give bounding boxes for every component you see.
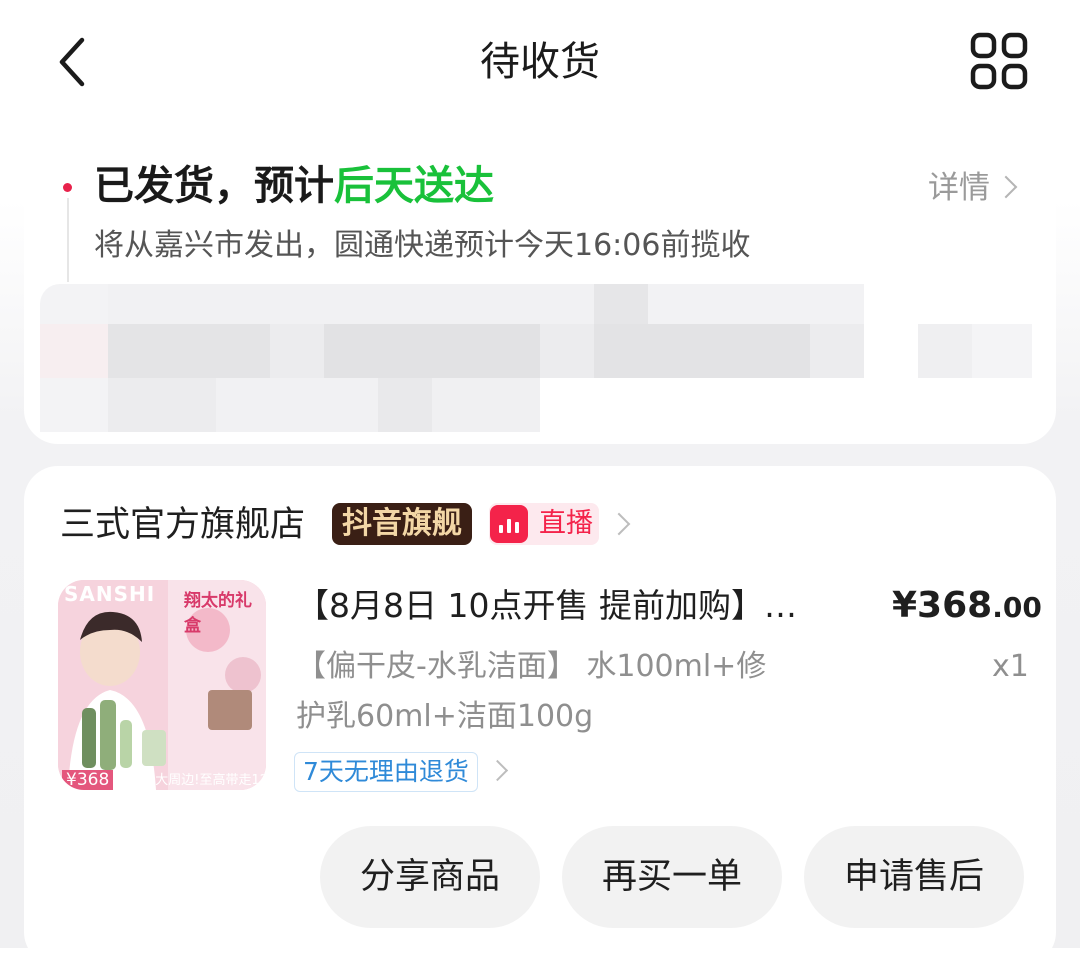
live-badge[interactable]: 直播: [489, 503, 599, 545]
product-thumbnail[interactable]: SANSHI 翔太的礼盒 ¥368 赠6大周边!至高带走12件: [58, 580, 266, 790]
product-sku-line2: 护乳60ml+洁面100g: [296, 699, 594, 734]
store-name[interactable]: 三式官方旗舰店: [60, 500, 305, 550]
shipping-detail-link[interactable]: 详情: [928, 166, 1018, 210]
product-sku-line1: 【偏干皮-水乳洁面】 水100ml+修: [296, 649, 767, 684]
buy-again-button[interactable]: 再买一单: [562, 826, 782, 928]
price-main: ¥368: [892, 585, 993, 626]
status-prefix: 已发货，预计: [94, 163, 334, 209]
thumbnail-title: 翔太的礼盒: [184, 591, 252, 636]
apply-aftersale-button[interactable]: 申请售后: [804, 826, 1024, 928]
share-product-button[interactable]: 分享商品: [320, 826, 540, 928]
live-bars-icon: [490, 505, 528, 543]
thumbnail-brand: SANSHI: [64, 582, 156, 606]
live-label: 直播: [539, 508, 593, 539]
thumbnail-promo: 赠6大周边!至高带走12件: [134, 773, 266, 788]
return-policy-tag[interactable]: 7天无理由退货: [294, 752, 478, 792]
price-cents: .00: [992, 591, 1042, 624]
chevron-right-icon: [994, 175, 1018, 199]
timeline-dot: [63, 183, 72, 192]
more-menu-button[interactable]: [968, 30, 1030, 92]
detail-label: 详情: [928, 170, 990, 206]
product-price: ¥368.00: [892, 582, 1042, 632]
product-quantity: x1: [992, 649, 1029, 684]
product-name[interactable]: 【8月8日 10点开售 提前加购】…: [296, 582, 797, 630]
timeline-line: [67, 198, 69, 282]
page-title: 待收货: [480, 39, 600, 85]
grid-menu-icon: [970, 32, 1028, 90]
delivery-estimate: 后天送达: [334, 163, 494, 209]
store-badge: 抖音旗舰: [332, 503, 472, 545]
thumbnail-price: ¥368: [62, 770, 114, 790]
shipping-subtitle: 将从嘉兴市发出，圆通快递预计今天16:06前揽收: [94, 228, 751, 263]
shipping-status: 已发货，预计后天送达: [94, 158, 494, 214]
